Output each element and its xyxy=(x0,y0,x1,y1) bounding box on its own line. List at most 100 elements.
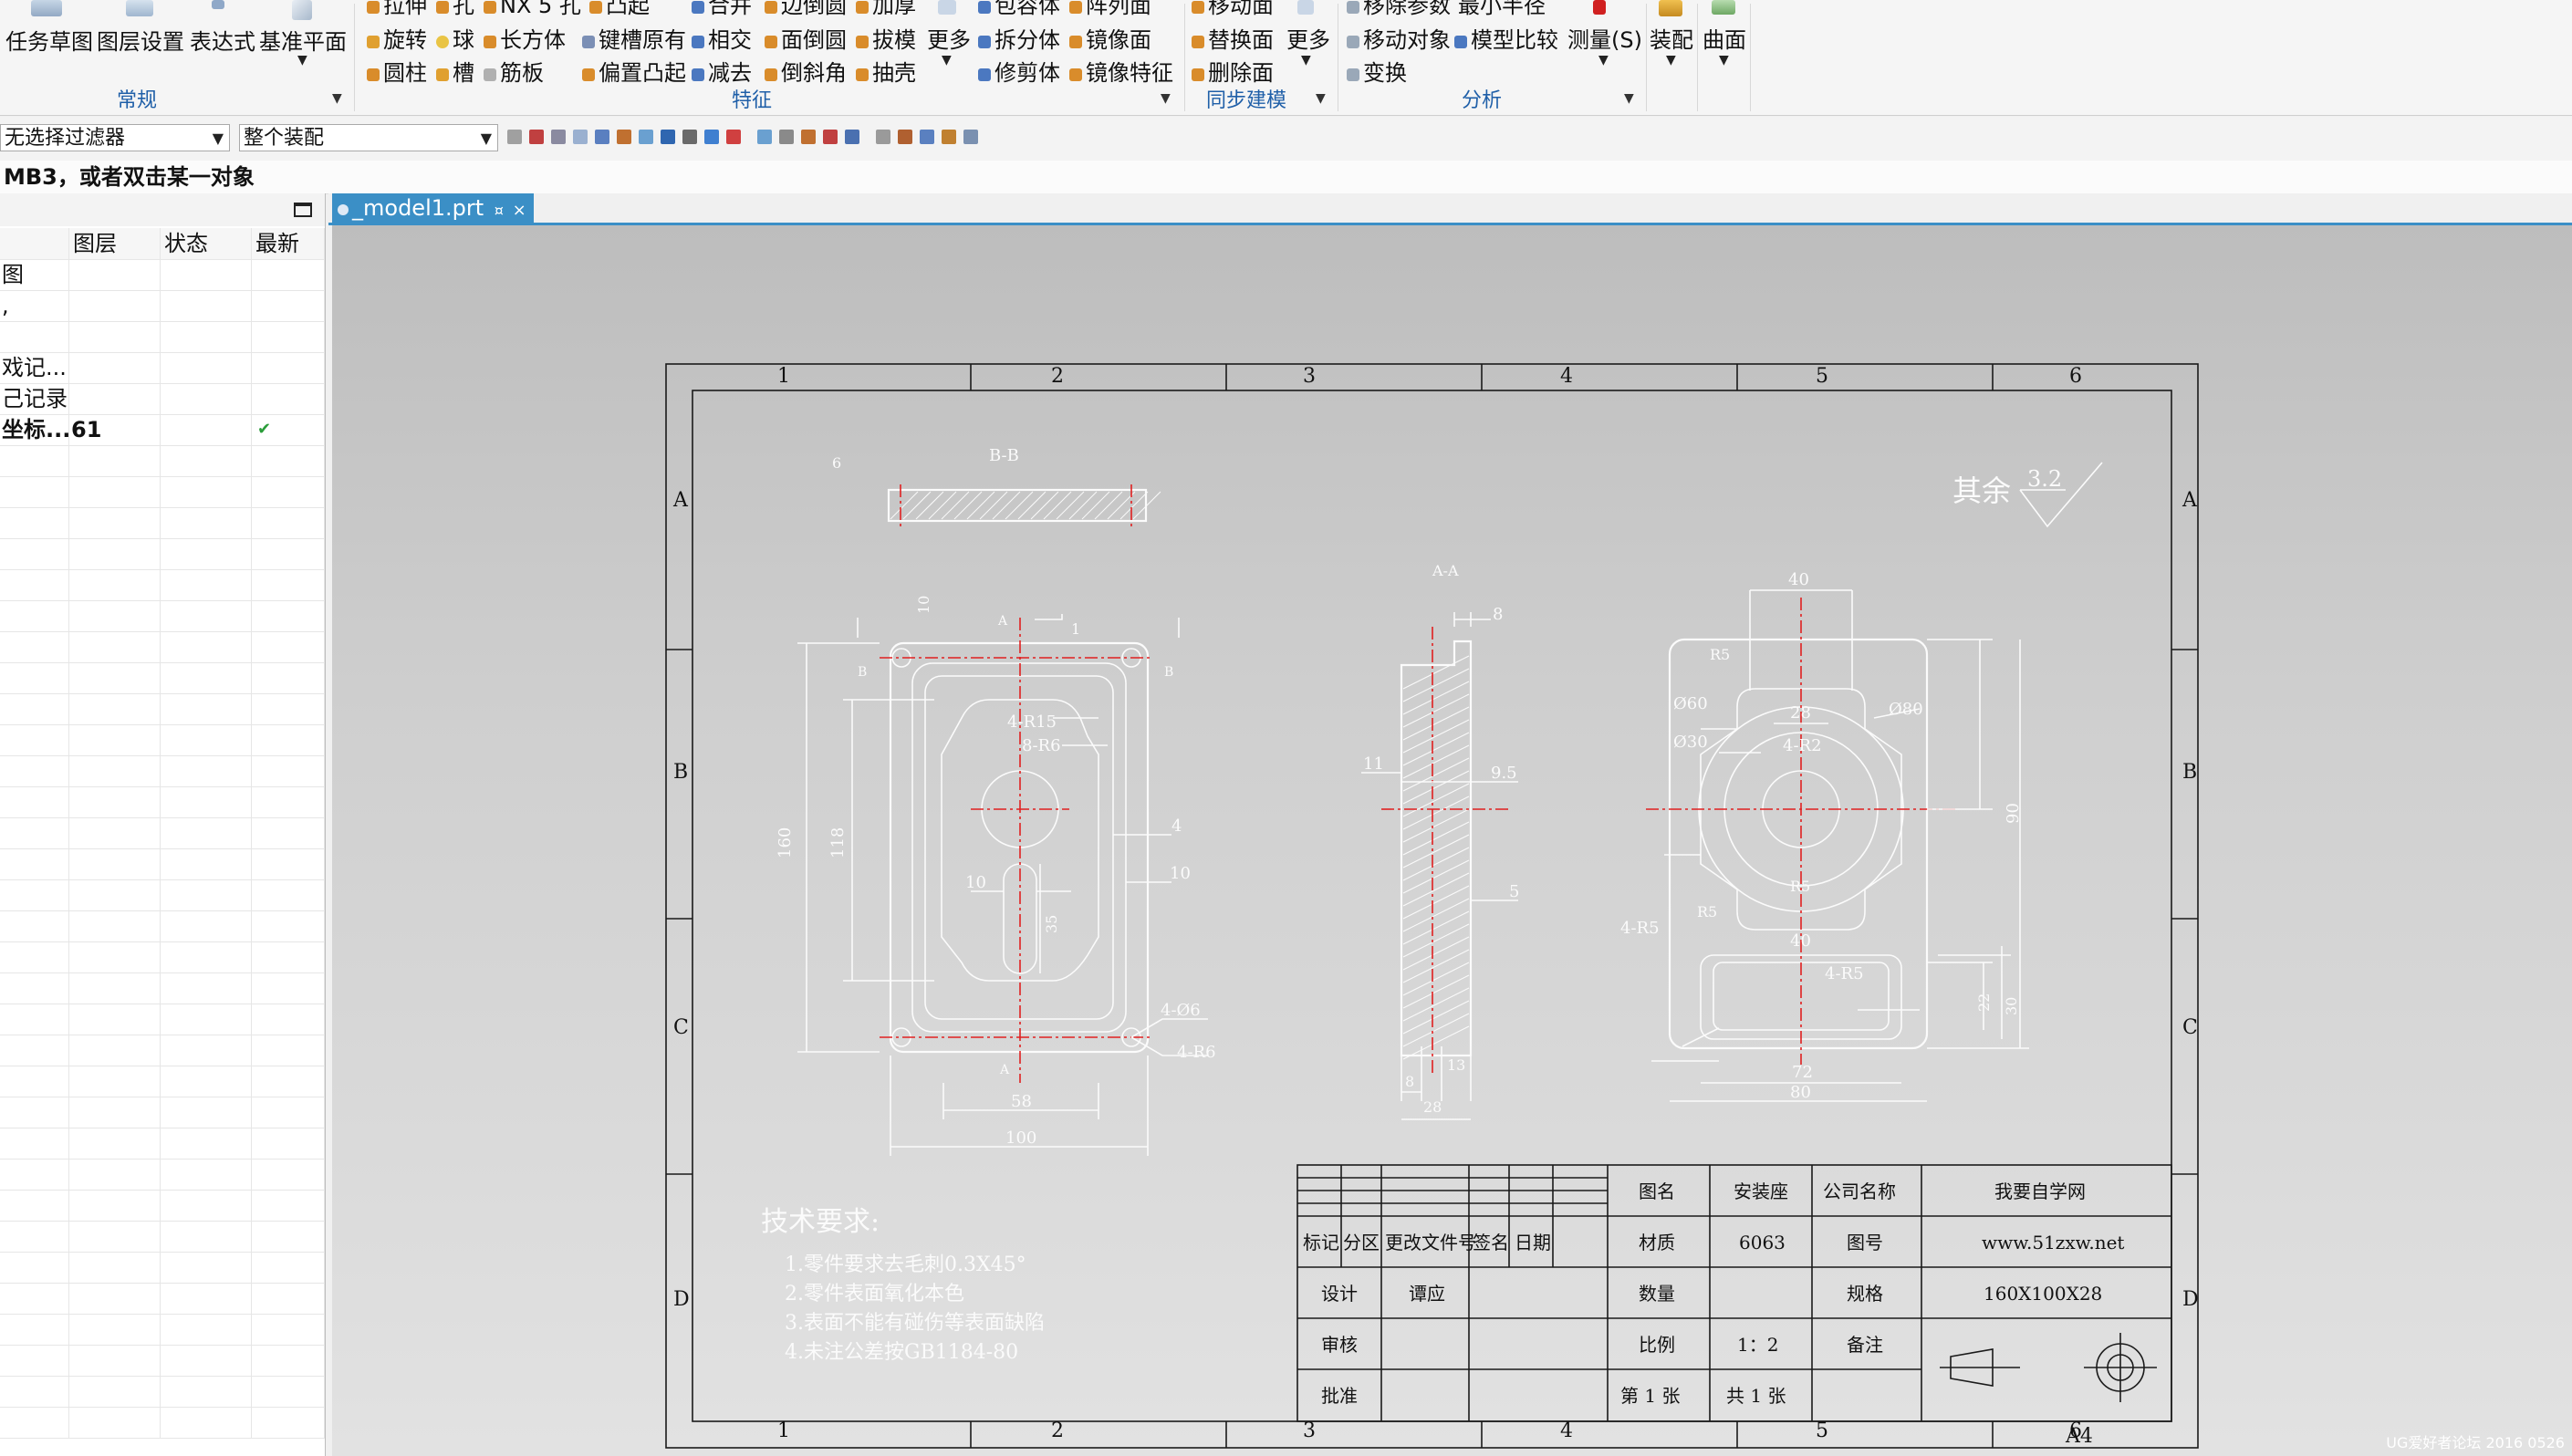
column-name[interactable] xyxy=(0,228,69,259)
more-features-button[interactable]: 更多 xyxy=(927,22,971,54)
navigator-row[interactable] xyxy=(0,1066,325,1097)
navigator-row[interactable] xyxy=(0,662,325,694)
navigator-row[interactable] xyxy=(0,1283,325,1315)
close-icon[interactable]: × xyxy=(513,201,526,220)
snap-tool-icon[interactable] xyxy=(551,130,566,144)
navigator-row[interactable] xyxy=(0,724,325,756)
subtract-button[interactable]: 减去 xyxy=(692,55,752,87)
mirror-feature-button[interactable]: 镜像特征 xyxy=(1069,55,1173,87)
snap-tool-icon[interactable] xyxy=(845,130,859,144)
navigator-row[interactable] xyxy=(0,1004,325,1035)
draft-button[interactable]: 拔模 xyxy=(856,22,916,54)
layer-settings-button[interactable]: 图层设置 xyxy=(97,24,184,56)
nx5-hole-button[interactable]: NX 5 孔 xyxy=(484,0,581,19)
navigator-row[interactable] xyxy=(0,693,325,725)
intersect-button[interactable]: 相交 xyxy=(692,22,752,54)
snap-tool-icon[interactable] xyxy=(898,130,912,144)
more-sync-button[interactable]: 更多 xyxy=(1286,22,1330,54)
navigator-row[interactable]: 戏记... xyxy=(0,352,325,384)
navigator-row[interactable] xyxy=(0,476,325,508)
navigator-row[interactable] xyxy=(0,755,325,787)
datum-plane-button[interactable]: 基准平面 xyxy=(259,24,347,56)
snap-tool-icon[interactable] xyxy=(507,130,522,144)
more-sync-dropdown-icon[interactable]: ▼ xyxy=(1301,53,1311,68)
navigator-row[interactable] xyxy=(0,1252,325,1284)
navigator-row[interactable] xyxy=(0,1128,325,1160)
shell-button[interactable]: 抽壳 xyxy=(856,55,916,87)
snap-tool-icon[interactable] xyxy=(682,130,697,144)
split-body-button[interactable]: 拆分体 xyxy=(978,22,1060,54)
navigator-row[interactable]: , xyxy=(0,290,325,322)
navigator-row[interactable] xyxy=(0,600,325,632)
snap-tool-icon[interactable] xyxy=(704,130,719,144)
navigator-row[interactable] xyxy=(0,321,325,353)
column-latest[interactable]: 最新 xyxy=(252,228,325,259)
boss-button[interactable]: 凸起 xyxy=(589,0,650,19)
wrap-geometry-button[interactable]: 包容体 xyxy=(978,0,1060,19)
assembly-dropdown-icon[interactable]: ▼ xyxy=(1666,53,1676,68)
snap-tool-icon[interactable] xyxy=(639,130,653,144)
assembly-scope-dropdown[interactable]: 整个装配 ▼ xyxy=(239,124,498,151)
edge-blend-button[interactable]: 边倒圆 xyxy=(765,0,847,19)
navigator-row[interactable] xyxy=(0,1035,325,1066)
task-sketch-button[interactable]: 任务草图 xyxy=(5,24,93,56)
trim-body-button[interactable]: 修剪体 xyxy=(978,55,1060,87)
chamfer-button[interactable]: 倒斜角 xyxy=(765,55,847,87)
delete-face-button[interactable]: 删除面 xyxy=(1192,55,1274,87)
navigator-row[interactable] xyxy=(0,1345,325,1377)
move-face-button[interactable]: 移动面 xyxy=(1192,0,1274,19)
navigator-row[interactable] xyxy=(0,1376,325,1408)
snap-tool-icon[interactable] xyxy=(617,130,631,144)
remove-params-button[interactable]: 移除参数 xyxy=(1347,0,1451,19)
navigator-row[interactable] xyxy=(0,538,325,570)
column-layer[interactable]: 图层 xyxy=(69,228,161,259)
slot-keyed-button[interactable]: 键槽原有 xyxy=(582,22,686,54)
surface-dropdown-icon[interactable]: ▼ xyxy=(1719,53,1729,68)
snap-tool-icon[interactable] xyxy=(963,130,978,144)
block-button[interactable]: 长方体 xyxy=(484,22,566,54)
group-sync-dropdown-icon[interactable]: ▼ xyxy=(1316,91,1326,106)
snap-tool-icon[interactable] xyxy=(779,130,794,144)
rib-button[interactable]: 筋板 xyxy=(484,55,544,87)
datum-plane-dropdown-icon[interactable]: ▼ xyxy=(297,53,307,68)
snap-tool-icon[interactable] xyxy=(757,130,772,144)
navigator-row[interactable] xyxy=(0,848,325,880)
navigator-row[interactable] xyxy=(0,1159,325,1191)
navigator-row[interactable]: 坐标... 61 ✔ xyxy=(0,414,325,446)
navigator-row[interactable] xyxy=(0,1221,325,1253)
navigator-row[interactable] xyxy=(0,1407,325,1439)
group-general-dropdown-icon[interactable]: ▼ xyxy=(332,91,342,106)
navigator-row[interactable]: 己记录 xyxy=(0,383,325,415)
navigator-row[interactable] xyxy=(0,507,325,539)
sphere-button[interactable]: 球 xyxy=(436,22,474,54)
navigator-row[interactable] xyxy=(0,445,325,477)
selection-filter-dropdown[interactable]: 无选择过滤器 ▼ xyxy=(0,124,230,151)
navigator-row[interactable] xyxy=(0,786,325,818)
navigator-row[interactable] xyxy=(0,1190,325,1222)
snap-tool-icon[interactable] xyxy=(801,130,816,144)
navigator-row[interactable]: 图 xyxy=(0,259,325,291)
expression-button[interactable]: 表达式 xyxy=(190,24,255,56)
transform-button[interactable]: 变换 xyxy=(1347,55,1407,87)
more-features-dropdown-icon[interactable]: ▼ xyxy=(942,53,952,68)
move-object-button[interactable]: 移动对象 xyxy=(1347,22,1451,54)
snap-tool-icon[interactable] xyxy=(573,130,588,144)
revolve-button[interactable]: 旋转 xyxy=(367,22,427,54)
hole-button[interactable]: 孔 xyxy=(436,0,474,19)
navigator-row[interactable] xyxy=(0,879,325,911)
measure-dropdown-icon[interactable]: ▼ xyxy=(1598,53,1609,68)
snap-tool-icon[interactable] xyxy=(920,130,934,144)
assembly-button[interactable]: 装配 xyxy=(1650,22,1693,54)
pattern-face-button[interactable]: 阵列面 xyxy=(1069,0,1151,19)
measure-button[interactable]: 测量(S) xyxy=(1567,22,1642,54)
snap-tool-icon[interactable] xyxy=(942,130,956,144)
offset-boss-button[interactable]: 偏置凸起 xyxy=(582,55,686,87)
navigator-row[interactable] xyxy=(0,817,325,849)
snap-tool-icon[interactable] xyxy=(823,130,838,144)
group-feature-dropdown-icon[interactable]: ▼ xyxy=(1161,91,1171,106)
snap-tool-icon[interactable] xyxy=(726,130,741,144)
replace-face-button[interactable]: 替换面 xyxy=(1192,22,1274,54)
navigator-row[interactable] xyxy=(0,1097,325,1128)
maximize-icon[interactable] xyxy=(294,203,312,217)
face-blend-button[interactable]: 面倒圆 xyxy=(765,22,847,54)
